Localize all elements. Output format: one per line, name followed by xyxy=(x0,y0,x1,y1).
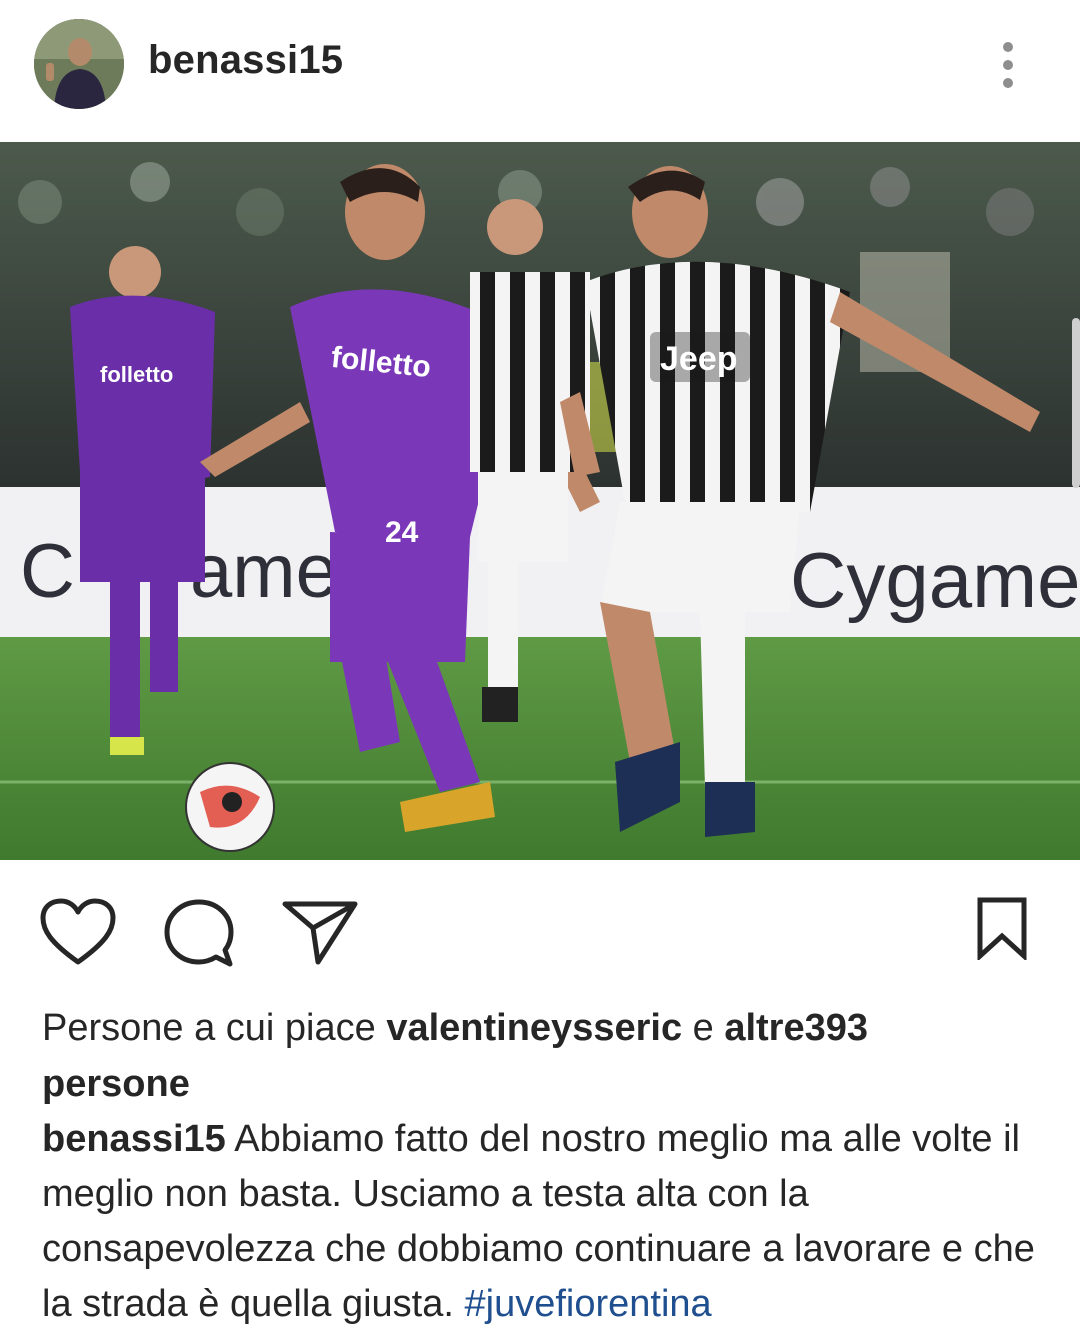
post-header: benassi15 xyxy=(0,0,1080,130)
comment-icon[interactable] xyxy=(162,898,236,970)
football-match-image: C ame Cygame folletto folletto 24 Jeep xyxy=(0,142,1080,860)
three-dots-vertical-icon[interactable] xyxy=(988,36,1028,96)
post-username[interactable]: benassi15 xyxy=(148,38,343,83)
post-action-bar xyxy=(0,860,1080,1000)
svg-text:24: 24 xyxy=(385,516,419,549)
post-caption: benassi15 Abbiamo fatto del nostro megli… xyxy=(42,1112,1052,1332)
bookmark-icon[interactable] xyxy=(974,896,1030,962)
likes-suffix[interactable]: persone xyxy=(42,1063,190,1105)
avatar-image xyxy=(34,19,124,109)
likes-summary[interactable]: Persone a cui piace valentineysseric e a… xyxy=(42,1000,1042,1112)
football-icon xyxy=(185,762,275,852)
scrollbar[interactable] xyxy=(1072,318,1080,488)
svg-text:ame: ame xyxy=(190,529,338,614)
svg-text:Jeep: Jeep xyxy=(660,340,738,378)
liker-username[interactable]: valentineysseric xyxy=(386,1007,682,1049)
heart-icon[interactable] xyxy=(40,898,116,966)
likes-mid: e xyxy=(682,1007,725,1049)
svg-text:C: C xyxy=(20,529,75,614)
likes-others[interactable]: altre393 xyxy=(724,1007,868,1049)
svg-text:folletto: folletto xyxy=(100,362,173,387)
caption-hashtag[interactable]: #juvefiorentina xyxy=(465,1283,712,1325)
likes-prefix: Persone a cui piace xyxy=(42,1007,387,1049)
send-icon[interactable] xyxy=(280,898,360,966)
caption-username[interactable]: benassi15 xyxy=(42,1118,226,1160)
post-photo[interactable]: C ame Cygame folletto folletto 24 Jeep xyxy=(0,142,1080,860)
ad-board-text: Cygame xyxy=(790,536,1080,624)
profile-avatar[interactable] xyxy=(34,19,124,109)
